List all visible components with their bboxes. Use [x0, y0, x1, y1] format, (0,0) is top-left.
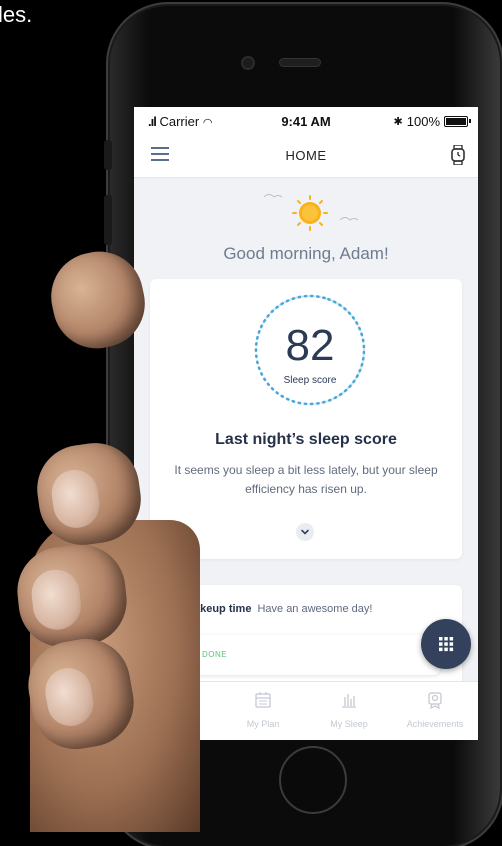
page-title: HOME [285, 148, 327, 163]
sleep-score-value: 82 [285, 321, 335, 370]
done-status-label: DONE [202, 650, 228, 659]
calendar-icon [255, 692, 271, 708]
caption-text: les. [0, 2, 33, 27]
sleep-score-label: Sleep score [283, 375, 337, 386]
sleep-score-title: Last night’s sleep score [215, 431, 397, 448]
home-button[interactable] [279, 746, 347, 814]
tab-achievements-label: Achievements [406, 719, 464, 729]
navigation-bar: HOME [134, 133, 478, 178]
award-icon [428, 692, 442, 709]
apps-grid-button[interactable] [421, 619, 471, 669]
battery-percent: 100% [406, 114, 440, 129]
tab-my-plan[interactable]: My Plan [220, 682, 306, 740]
volume-up-button [104, 195, 112, 245]
greeting-text: Good morning, Adam! [223, 244, 389, 263]
bar-chart-icon [342, 694, 356, 708]
bluetooth-icon: ✱ [393, 116, 403, 128]
battery-status: ✱ 100% [393, 114, 471, 129]
sun-icon [292, 195, 328, 231]
tab-achievements[interactable]: Achievements [392, 682, 478, 740]
status-bar: .ıl Carrier ◠ 9:41 AM ✱ 100% [134, 107, 478, 133]
wakeup-status-panel[interactable]: DONE [170, 635, 440, 675]
sleep-score-card: 82 Sleep score Last night’s sleep score … [150, 279, 462, 559]
sleep-score-description: It seems you sleep a bit less lately, bu… [174, 463, 438, 496]
watch-icon[interactable] [450, 145, 466, 165]
tab-my-sleep[interactable]: My Sleep [306, 682, 392, 740]
front-camera [243, 58, 253, 68]
silent-switch [104, 140, 112, 170]
sun-illustration [263, 194, 359, 231]
battery-icon [444, 116, 471, 127]
expand-chevron-icon[interactable] [296, 523, 314, 541]
earpiece-speaker [280, 59, 320, 66]
wakeup-subtitle: Have an awesome day! [257, 603, 373, 615]
grid-icon [439, 637, 454, 652]
tab-my-sleep-label: My Sleep [330, 719, 368, 729]
tab-my-plan-label: My Plan [246, 719, 280, 729]
